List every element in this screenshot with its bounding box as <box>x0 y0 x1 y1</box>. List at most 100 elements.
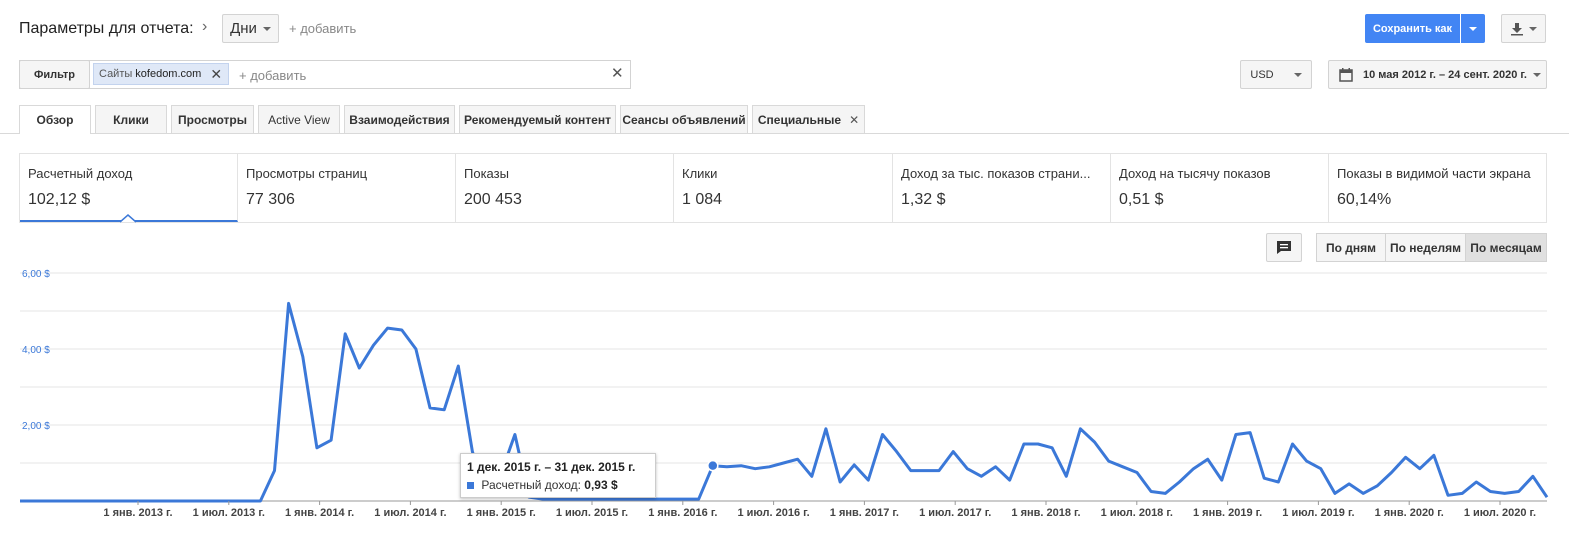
metric-label: Показы в видимой части экрана <box>1337 166 1531 181</box>
tooltip-title: 1 дек. 2015 г. – 31 дек. 2015 г. <box>467 460 636 474</box>
close-icon[interactable]: ✕ <box>210 66 222 83</box>
metric-label: Доход за тыс. показов страни... <box>901 166 1091 181</box>
revenue-line-chart: 6,00 $ 4,00 $ 2,00 $ 1 янв. 2013 г. 1 июл. 2… <box>20 269 1549 519</box>
tab-label: Сеансы объявлений <box>622 112 746 127</box>
x-tick-label: 1 янв. 2017 г. <box>830 507 899 519</box>
metric-value: 102,12 $ <box>28 191 91 208</box>
caret-down-icon <box>1469 26 1477 31</box>
tab-custom[interactable]: Специальные ✕ <box>752 105 865 133</box>
filter-button[interactable]: Фильтр <box>19 60 90 89</box>
tooltip-value: 0,93 $ <box>584 478 618 492</box>
metric-impression-rpm[interactable]: Доход на тысячу показов 0,51 $ <box>1111 154 1329 222</box>
metric-value: 1,32 $ <box>901 191 946 208</box>
granularity-daily[interactable]: По дням <box>1316 233 1386 262</box>
y-tick-label: 2,00 $ <box>22 421 50 432</box>
metric-value: 200 453 <box>464 191 522 208</box>
currency-label: USD <box>1250 68 1274 81</box>
chevron-right-icon: › <box>202 18 208 35</box>
metric-value: 1 084 <box>682 191 723 208</box>
metric-value: 77 306 <box>246 191 295 208</box>
add-filter-link[interactable]: + добавить <box>239 68 306 83</box>
y-tick-label: 4,00 $ <box>22 345 50 356</box>
add-dimension-link[interactable]: + добавить <box>289 21 356 36</box>
selected-metric-notch <box>120 214 136 223</box>
granularity-weekly[interactable]: По неделям <box>1385 233 1466 262</box>
x-tick-label: 1 янв. 2016 г. <box>648 507 717 519</box>
page-title: Параметры для отчета: <box>19 20 194 37</box>
tab-label: Просмотры <box>177 112 247 127</box>
currency-dropdown[interactable]: USD <box>1240 60 1312 89</box>
tab-overview[interactable]: Обзор <box>19 105 91 134</box>
granularity-monthly[interactable]: По месяцам <box>1465 233 1547 262</box>
tab-interactions[interactable]: Взаимодействия <box>344 105 455 133</box>
filter-chip[interactable]: Сайты kofedom.com ✕ <box>93 63 229 85</box>
save-as-label: Сохранить как <box>1372 22 1453 35</box>
download-icon <box>1511 22 1523 35</box>
date-range-picker[interactable]: 10 мая 2012 г. – 24 сент. 2020 г. <box>1328 60 1547 89</box>
tab-views[interactable]: Просмотры <box>171 105 254 133</box>
metric-value: 0,51 $ <box>1119 191 1164 208</box>
tab-active-view[interactable]: Active View <box>258 105 340 133</box>
dimension-dropdown[interactable]: Дни <box>222 14 279 43</box>
metric-label: Просмотры страниц <box>246 166 368 181</box>
x-tick-label: 1 июл. 2015 г. <box>556 507 628 519</box>
caret-down-icon <box>1529 26 1537 31</box>
tooltip-series-label: Расчетный доход: <box>481 478 581 492</box>
filter-chip-prefix: Сайты <box>99 68 133 80</box>
date-range-label: 10 мая 2012 г. – 24 сент. 2020 г. <box>1363 68 1527 81</box>
x-tick-label: 1 июл. 2016 г. <box>737 507 809 519</box>
metric-label: Клики <box>682 166 718 181</box>
calendar-icon <box>1339 67 1353 82</box>
comment-icon <box>1277 241 1291 254</box>
metric-viewability[interactable]: Показы в видимой части экрана 60,14% <box>1329 154 1547 222</box>
metric-page-rpm[interactable]: Доход за тыс. показов страни... 1,32 $ <box>893 154 1111 222</box>
series-swatch <box>467 482 474 489</box>
x-tick-label: 1 янв. 2018 г. <box>1011 507 1080 519</box>
x-tick-label: 1 июл. 2017 г. <box>919 507 991 519</box>
x-tick-label: 1 июл. 2018 г. <box>1101 507 1173 519</box>
x-tick-label: 1 июл. 2013 г. <box>193 507 265 519</box>
metric-page-views[interactable]: Просмотры страниц 77 306 <box>238 154 456 222</box>
caret-down-icon <box>1532 72 1541 77</box>
close-icon[interactable]: ✕ <box>849 113 859 127</box>
tabs-baseline <box>0 133 1569 134</box>
metric-label: Показы <box>464 166 509 181</box>
filter-button-label: Фильтр <box>33 68 76 81</box>
tab-recommended-content[interactable]: Рекомендуемый контент <box>459 105 616 133</box>
save-options-dropdown[interactable] <box>1461 14 1485 43</box>
tab-clicks[interactable]: Клики <box>95 105 167 133</box>
dimension-label: Дни <box>230 20 257 37</box>
filter-chip-value: kofedom.com <box>135 68 202 80</box>
x-tick-label: 1 янв. 2015 г. <box>467 507 536 519</box>
tab-label: Рекомендуемый контент <box>464 112 611 127</box>
metric-estimated-revenue[interactable]: Расчетный доход 102,12 $ <box>20 154 238 222</box>
tab-label: Взаимодействия <box>349 112 450 127</box>
tab-label: Специальные <box>757 112 842 127</box>
metric-label: Доход на тысячу показов <box>1119 166 1271 181</box>
granularity-label: По неделям <box>1389 240 1461 255</box>
series-line <box>20 301 1549 503</box>
caret-down-icon <box>1293 72 1302 77</box>
clear-filter-icon[interactable]: ✕ <box>611 64 624 82</box>
granularity-label: По дням <box>1325 240 1377 255</box>
metric-value: 60,14% <box>1337 191 1392 208</box>
metric-label: Расчетный доход <box>28 166 133 181</box>
granularity-label: По месяцам <box>1470 240 1542 255</box>
tab-label: Active View <box>268 112 330 127</box>
x-tick-label: 1 янв. 2013 г. <box>103 507 172 519</box>
x-tick-label: 1 июл. 2020 г. <box>1464 507 1536 519</box>
tab-label: Обзор <box>36 113 74 127</box>
highlighted-point <box>707 459 719 472</box>
save-as-button[interactable]: Сохранить как <box>1365 14 1460 43</box>
x-tick-label: 1 янв. 2019 г. <box>1193 507 1262 519</box>
metric-clicks[interactable]: Клики 1 084 <box>674 154 893 222</box>
download-button[interactable] <box>1501 14 1546 43</box>
tab-ad-sessions[interactable]: Сеансы объявлений <box>620 105 748 133</box>
tab-label: Клики <box>113 112 149 127</box>
caret-down-icon <box>262 26 271 31</box>
y-tick-label: 6,00 $ <box>22 269 50 280</box>
x-tick-label: 1 июл. 2014 г. <box>374 507 446 519</box>
x-tick-label: 1 июл. 2019 г. <box>1282 507 1354 519</box>
metric-impressions[interactable]: Показы 200 453 <box>456 154 674 222</box>
annotations-button[interactable] <box>1266 233 1302 262</box>
